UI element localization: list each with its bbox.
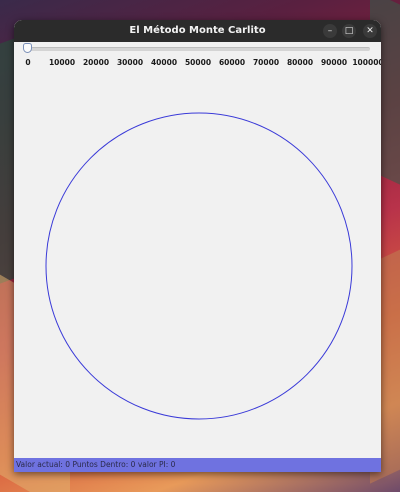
close-icon: ✕ [366, 26, 374, 36]
slider-thumb[interactable] [23, 43, 32, 53]
maximize-button[interactable]: □ [342, 24, 356, 38]
unit-circle [45, 112, 353, 420]
title-bar[interactable]: El Método Monte Carlito – □ ✕ [14, 20, 381, 42]
status-bar: Valor actual: 0 Puntos Dentro: 0 valor P… [14, 458, 381, 472]
status-text: Valor actual: 0 Puntos Dentro: 0 valor P… [16, 460, 176, 469]
maximize-icon: □ [344, 26, 354, 36]
slider-track[interactable] [27, 47, 370, 51]
slider-tick-labels: 0 10000 20000 30000 40000 50000 60000 70000 8000… [14, 58, 381, 70]
points-slider[interactable]: 0 10000 20000 30000 40000 50000 60000 70000 8000… [14, 42, 381, 78]
slider-tick-label: 100000 [352, 58, 381, 67]
minimize-icon: – [327, 26, 333, 36]
monte-carlo-canvas [14, 78, 381, 458]
close-button[interactable]: ✕ [363, 24, 377, 38]
canvas-svg [45, 112, 353, 420]
minimize-button[interactable]: – [323, 24, 337, 38]
app-window: El Método Monte Carlito – □ ✕ 0 10000 2000… [14, 20, 381, 472]
